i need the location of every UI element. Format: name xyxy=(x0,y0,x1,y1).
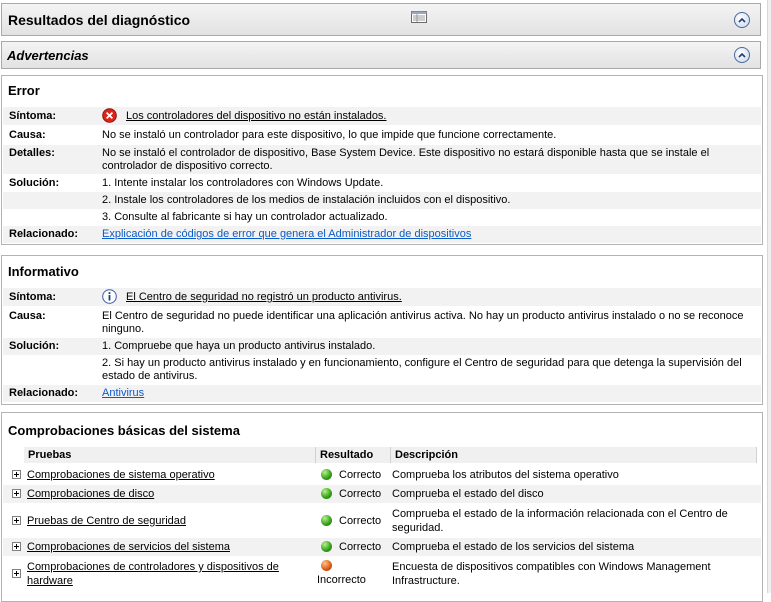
test-name[interactable]: Comprobaciones de disco xyxy=(27,488,154,500)
solution-row-1: Solución: 1. Intente instalar los contro… xyxy=(3,175,761,192)
cause-label: Causa: xyxy=(9,129,46,141)
test-description: Comprueba el estado de los servicios del… xyxy=(392,541,635,553)
warnings-header: Advertencias xyxy=(1,41,761,69)
error-icon xyxy=(102,108,117,123)
symptom-label: Síntoma: xyxy=(9,291,57,303)
info-icon xyxy=(102,289,117,304)
test-name[interactable]: Comprobaciones de servicios del sistema xyxy=(27,541,230,553)
error-details-text: No se instaló el controlador de disposit… xyxy=(102,147,710,172)
basic-checks-section: Comprobaciones básicas del sistema Prueb… xyxy=(1,412,763,602)
test-name[interactable]: Pruebas de Centro de seguridad xyxy=(27,515,186,527)
test-result: Correcto xyxy=(339,488,382,500)
chevron-up-icon xyxy=(738,17,746,23)
solution-row-3: 3. Consulte al fabricante si hay un cont… xyxy=(3,209,761,226)
test-result: Correcto xyxy=(339,515,382,527)
column-header-description[interactable]: Descripción xyxy=(391,447,757,463)
info-solution-1: 1. Compruebe que haya un producto antivi… xyxy=(102,340,376,352)
test-name[interactable]: Comprobaciones de sistema operativo xyxy=(27,469,215,481)
error-symptom-text[interactable]: Los controladores del dispositivo no est… xyxy=(126,110,747,123)
table-row: Comprobaciones de disco Correcto Comprue… xyxy=(3,485,761,503)
report-view-icon[interactable] xyxy=(411,11,427,23)
diagnostic-results-header: Resultados del diagnóstico xyxy=(1,3,761,36)
test-result: Correcto xyxy=(339,541,382,553)
status-fail-icon xyxy=(321,560,332,571)
table-row: Comprobaciones de controladores y dispos… xyxy=(3,557,761,591)
error-section: Error Síntoma: Los controladores del dis… xyxy=(1,75,763,245)
collapse-warnings-button[interactable] xyxy=(734,47,750,63)
page-title: Resultados del diagnóstico xyxy=(8,11,191,28)
cause-row: Causa: No se instaló un controlador para… xyxy=(3,128,761,144)
error-cause-text: No se instaló un controlador para este d… xyxy=(102,129,557,141)
status-ok-icon xyxy=(321,469,332,480)
info-related-link[interactable]: Antivirus xyxy=(102,387,144,400)
details-row: Detalles: No se instaló el controlador d… xyxy=(3,145,761,174)
test-description: Comprueba el estado del disco xyxy=(392,488,544,500)
related-row: Relacionado: Explicación de códigos de e… xyxy=(3,226,761,243)
status-ok-icon xyxy=(321,488,332,499)
table-row: Comprobaciones de servicios del sistema … xyxy=(3,538,761,556)
info-cause-row: Causa: El Centro de seguridad no puede i… xyxy=(3,308,761,338)
test-description: Comprueba el estado de la información re… xyxy=(392,508,728,534)
solution-label: Solución: xyxy=(9,177,60,189)
related-label: Relacionado: xyxy=(9,387,79,399)
status-ok-icon xyxy=(321,541,332,552)
test-result: Incorrecto xyxy=(317,574,366,586)
error-related-link[interactable]: Explicación de códigos de error que gene… xyxy=(102,228,471,241)
expand-icon[interactable] xyxy=(12,569,21,578)
symptom-row: Síntoma: Los controladores del dispositi… xyxy=(3,107,761,125)
basic-checks-title: Comprobaciones básicas del sistema xyxy=(8,423,240,438)
column-header-result[interactable]: Resultado xyxy=(316,447,391,463)
scrollbar[interactable] xyxy=(767,0,771,593)
info-related-row: Relacionado: Antivirus xyxy=(3,385,761,402)
test-description: Comprueba los atributos del sistema oper… xyxy=(392,469,619,481)
expand-icon[interactable] xyxy=(12,516,21,525)
column-header-tests[interactable]: Pruebas xyxy=(24,447,316,463)
info-section: Informativo Síntoma: El Centro de seguri… xyxy=(1,255,763,405)
expand-icon[interactable] xyxy=(12,470,21,479)
info-symptom-text[interactable]: El Centro de seguridad no registró un pr… xyxy=(126,291,747,304)
table-row: Pruebas de Centro de seguridad Correcto … xyxy=(3,504,761,538)
info-cause-text: El Centro de seguridad no puede identifi… xyxy=(102,310,744,335)
related-label: Relacionado: xyxy=(9,228,79,240)
error-solution-1: 1. Intente instalar los controladores co… xyxy=(102,177,384,189)
collapse-results-button[interactable] xyxy=(734,11,750,28)
details-label: Detalles: xyxy=(9,147,55,159)
status-ok-icon xyxy=(321,515,332,526)
info-title: Informativo xyxy=(8,264,79,279)
expand-icon[interactable] xyxy=(12,489,21,498)
info-solution-row-1: Solución: 1. Compruebe que haya un produ… xyxy=(3,338,761,355)
warnings-title: Advertencias xyxy=(7,47,89,63)
info-solution-row-2: 2. Si hay un producto antivirus instalad… xyxy=(3,355,761,385)
solution-row-2: 2. Instale los controladores de los medi… xyxy=(3,192,761,209)
test-name[interactable]: Comprobaciones de controladores y dispos… xyxy=(27,560,312,588)
symptom-label: Síntoma: xyxy=(9,110,57,122)
error-title: Error xyxy=(8,83,40,98)
solution-label: Solución: xyxy=(9,340,60,352)
info-symptom-row: Síntoma: El Centro de seguridad no regis… xyxy=(3,288,761,306)
chevron-up-icon xyxy=(738,52,746,58)
test-result: Correcto xyxy=(339,469,382,481)
error-solution-3: 3. Consulte al fabricante si hay un cont… xyxy=(102,211,388,223)
error-solution-2: 2. Instale los controladores de los medi… xyxy=(102,194,511,206)
info-solution-2: 2. Si hay un producto antivirus instalad… xyxy=(102,357,742,382)
cause-label: Causa: xyxy=(9,310,46,322)
test-description: Encuesta de dispositivos compatibles con… xyxy=(392,561,711,587)
table-row: Comprobaciones de sistema operativo Corr… xyxy=(3,466,761,484)
expand-icon[interactable] xyxy=(12,542,21,551)
